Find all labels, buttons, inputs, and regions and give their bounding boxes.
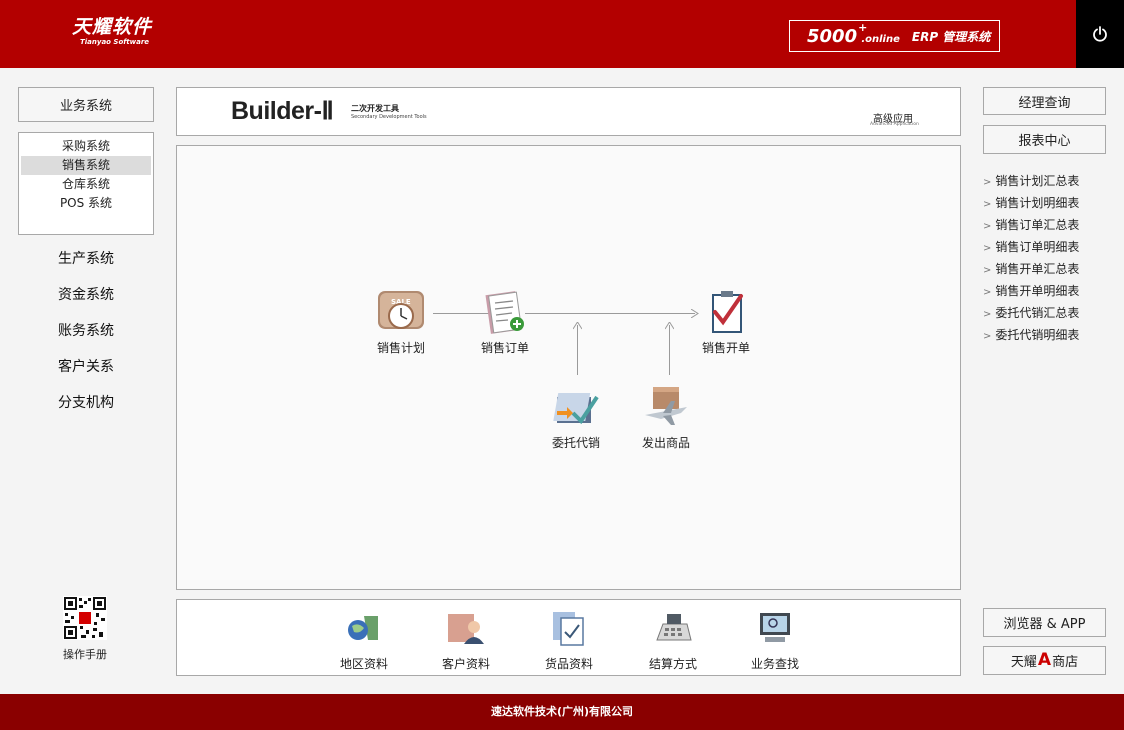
quick-label-customer: 客户资料 [441,657,490,671]
flow-label-sales-invoice: 销售开单 [701,341,750,355]
nav-production[interactable]: 生产系统 [18,248,154,268]
advanced-app-en: Advanced Application [870,122,919,127]
logo-en: Tianyao Software [80,38,150,46]
top-header: 天耀软件 Tianyao Software 5000 + .online ERP… [0,0,1124,68]
logo-cn: 天耀软件 [72,16,153,38]
quick-settlement-method[interactable]: 结算方式 [633,610,713,672]
flow-label-consignment: 委托代销 [551,436,600,450]
builder-subtitle-cn: 二次开发工具 [351,104,399,113]
flow-node-shipped-goods[interactable]: 发出商品 [626,383,706,451]
builder-banner: Builder-Ⅱ 二次开发工具 Secondary Development T… [176,87,961,136]
report-link[interactable]: > 销售订单明细表 [983,239,1123,261]
quick-label-region: 地区资料 [339,657,388,671]
nav-funds[interactable]: 资金系统 [18,284,154,304]
nav-branches[interactable]: 分支机构 [18,392,154,412]
customer-person-icon [448,614,484,644]
power-icon [1093,26,1107,42]
search-monitor-icon [760,613,790,642]
report-link[interactable]: > 销售开单汇总表 [983,261,1123,283]
sub-item-purchase[interactable]: 采购系统 [21,137,151,156]
report-center-button[interactable]: 报表中心 [983,125,1106,154]
product-clipboard-icon [553,612,584,646]
sub-item-warehouse[interactable]: 仓库系统 [21,175,151,194]
nav-crm[interactable]: 客户关系 [18,356,154,376]
browser-app-button[interactable]: 浏览器 & APP [983,608,1106,637]
quick-product-data[interactable]: 货品资料 [529,610,609,672]
chevron-right-icon: > [983,243,992,254]
flow-connector-consign [577,325,578,375]
flow-label-sales-order: 销售订单 [480,341,529,355]
report-link-label: 销售计划汇总表 [995,174,1080,188]
quick-customer-data[interactable]: 客户资料 [426,610,506,672]
company-footer: 速达软件技术(广州)有限公司 [0,694,1124,730]
chevron-right-icon: > [983,287,992,298]
report-link[interactable]: > 销售计划汇总表 [983,173,1123,195]
chevron-right-icon: > [983,199,992,210]
arrow-up-icon [665,322,674,330]
flow-connector-order-invoice [525,313,695,314]
chevron-right-icon: > [983,221,992,232]
report-link[interactable]: > 委托代销汇总表 [983,305,1123,327]
report-link-label: 委托代销明细表 [995,328,1080,342]
business-system-button[interactable]: 业务系统 [18,87,154,122]
shipped-goods-plane-icon [645,387,687,425]
tianyao-logo[interactable]: 天耀软件 Tianyao Software [72,16,152,46]
invoice-checkmark-icon [712,291,743,333]
chevron-right-icon: > [983,331,992,342]
report-links: > 销售计划汇总表 > 销售计划明细表 > 销售订单汇总表 > 销售订单明细表 > 销售开… [983,173,1123,349]
system-plus: + [858,20,868,34]
manual-label[interactable]: 操作手册 [40,646,130,662]
arrow-up-icon [573,322,582,330]
chevron-right-icon: > [983,309,992,320]
quick-label-search: 业务查找 [750,657,799,671]
report-link-label: 销售订单明细表 [995,240,1080,254]
report-link-label: 销售计划明细表 [995,196,1080,210]
chevron-right-icon: > [983,265,992,276]
chevron-right-icon: > [983,177,992,188]
manager-query-button[interactable]: 经理查询 [983,87,1106,115]
flow-label-sales-plan: 销售计划 [376,341,425,355]
report-link[interactable]: > 委托代销明细表 [983,327,1123,349]
system-number: 5000 [807,25,858,47]
order-clipboard-icon [485,291,524,334]
power-button[interactable] [1076,0,1124,68]
nav-accounting[interactable]: 账务系统 [18,320,154,340]
flow-node-sales-plan[interactable]: SALE 销售计划 [361,288,441,356]
report-link-label: 销售开单汇总表 [995,262,1080,276]
flow-label-shipped-goods: 发出商品 [641,436,690,450]
system-title-box: 5000 + .online ERP 管理系统 [789,20,1000,52]
shop-prefix: 天耀 [1010,655,1037,670]
shop-suffix: 商店 [1052,655,1079,670]
consignment-folder-icon [553,393,599,425]
region-globe-icon [348,616,378,640]
report-link-label: 销售开单明细表 [995,284,1080,298]
flow-node-sales-invoice[interactable]: 销售开单 [686,288,766,356]
report-link[interactable]: > 销售开单明细表 [983,283,1123,305]
business-sublist: 采购系统 销售系统 仓库系统 POS 系统 [18,132,154,235]
report-link[interactable]: > 销售订单汇总表 [983,217,1123,239]
builder-title: Builder-Ⅱ [231,97,334,125]
qr-code-icon[interactable] [63,596,107,640]
shop-button[interactable]: 天耀 A 商店 [983,646,1106,675]
quick-region-data[interactable]: 地区资料 [324,610,404,672]
cash-register-icon [656,614,692,641]
system-online: .online [861,33,900,45]
report-link[interactable]: > 销售计划明细表 [983,195,1123,217]
sales-flow-panel: SALE 销售计划 销售订单 销售开单 委托代销 发出商品 [176,145,961,590]
quick-label-product: 货品资料 [544,657,593,671]
flow-node-consignment[interactable]: 委托代销 [536,383,616,451]
quick-business-search[interactable]: 业务查找 [735,610,815,672]
sale-clock-icon: SALE [378,291,424,329]
flow-node-sales-order[interactable]: 销售订单 [465,288,545,356]
report-link-label: 委托代销汇总表 [995,306,1080,320]
master-data-panel: 地区资料 客户资料 货品资料 结算方式 业务查找 [176,599,961,676]
report-link-label: 销售订单汇总表 [995,218,1080,232]
builder-subtitle-en: Secondary Development Tools [351,114,427,120]
quick-label-settlement: 结算方式 [648,657,697,671]
sub-item-sales[interactable]: 销售系统 [21,156,151,175]
shop-a-logo: A [1037,650,1052,670]
sub-item-pos[interactable]: POS 系统 [21,194,151,213]
flow-connector-ship [669,325,670,375]
system-name: ERP 管理系统 [911,29,991,44]
